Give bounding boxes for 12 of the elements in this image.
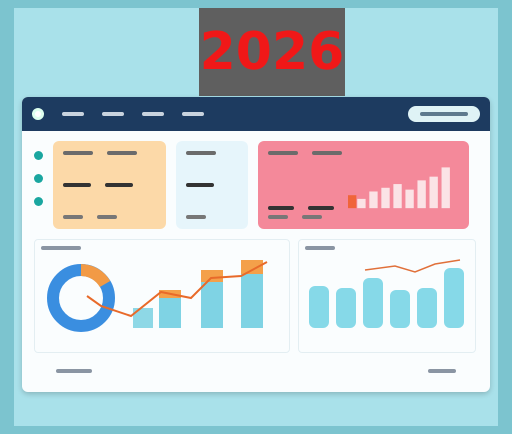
blurred-label (62, 112, 84, 116)
nav-icon (34, 174, 43, 183)
nav-icon (34, 197, 43, 206)
header-pill-button[interactable] (408, 106, 480, 122)
blurred-label (142, 112, 164, 116)
blurred-label (428, 369, 456, 373)
nav-icon (34, 151, 43, 160)
blurred-label (102, 112, 124, 116)
logo-icon (32, 108, 44, 120)
blurred-label (182, 112, 204, 116)
blurred-label (56, 369, 92, 373)
year-banner: 2026 (199, 8, 345, 96)
